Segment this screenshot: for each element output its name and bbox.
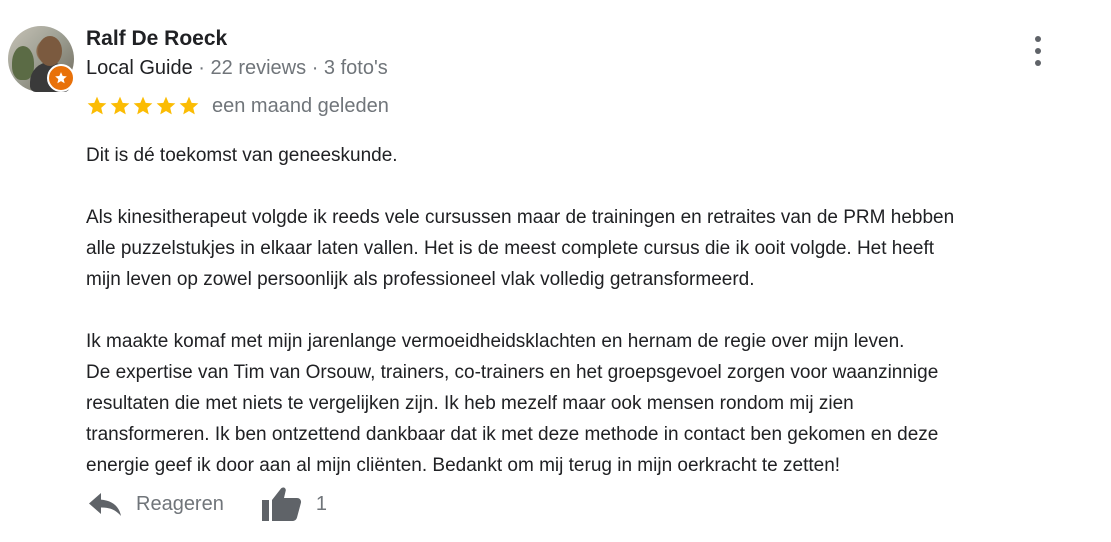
thumbs-up-icon [261, 487, 301, 521]
review-line: Ik maakte komaf met mijn jarenlange verm… [86, 331, 905, 352]
review-paragraph: Dit is dé toekomst van geneeskunde. [86, 140, 1091, 171]
star-icon [133, 96, 153, 115]
reviewer-meta: Local Guide · 22 reviews · 3 foto's [86, 57, 388, 80]
like-count: 1 [315, 492, 327, 515]
review-line: De expertise van Tim van Orsouw, trainer… [86, 362, 939, 383]
review-count: 22 reviews [210, 57, 307, 79]
review-line: resultaten die met niets te vergelijken … [86, 393, 854, 414]
review-paragraph: Als kinesitherapeut volgde ik reeds vele… [86, 202, 1091, 295]
like-button[interactable]: 1 [261, 486, 327, 522]
review-time: een maand geleden [212, 94, 389, 117]
star-icon [110, 96, 130, 115]
meta-separator: · [306, 57, 324, 79]
kebab-dot [1035, 48, 1041, 54]
kebab-dot [1035, 60, 1041, 66]
more-vert-icon[interactable] [1026, 34, 1050, 68]
review-line: mijn leven op zowel persoonlijk als prof… [86, 269, 755, 290]
local-guide-star-icon [47, 64, 75, 92]
review-line: transformeren. Ik ben ontzettend dankbaa… [86, 424, 939, 445]
review-line: alle puzzelstukjes in elkaar laten valle… [86, 238, 935, 259]
star-icon [179, 96, 199, 115]
kebab-dot [1035, 36, 1041, 42]
review-line: Dit is dé toekomst van geneeskunde. [86, 145, 398, 166]
review-paragraph: Ik maakte komaf met mijn jarenlange verm… [86, 326, 1091, 481]
review-actions: Reageren 1 [88, 484, 327, 524]
meta-separator: · [192, 57, 211, 79]
reply-label: Reageren [136, 492, 224, 515]
reply-button[interactable]: Reageren [88, 491, 224, 517]
star-icon [87, 96, 107, 115]
review-line: Als kinesitherapeut volgde ik reeds vele… [86, 207, 955, 228]
reply-arrow-icon [89, 493, 121, 516]
local-guide-label: Local Guide [86, 57, 193, 79]
rating-row: een maand geleden [86, 94, 389, 118]
photo-count: 3 foto's [323, 57, 388, 79]
review-text: Dit is dé toekomst van geneeskunde. Als k… [86, 140, 1091, 481]
star-icon [156, 96, 176, 115]
star-rating [86, 95, 200, 117]
avatar-head-detail [38, 36, 62, 66]
reviewer-name[interactable]: Ralf De Roeck [86, 27, 227, 51]
review-line: energie geef ik door aan al mijn cliënte… [86, 455, 841, 476]
